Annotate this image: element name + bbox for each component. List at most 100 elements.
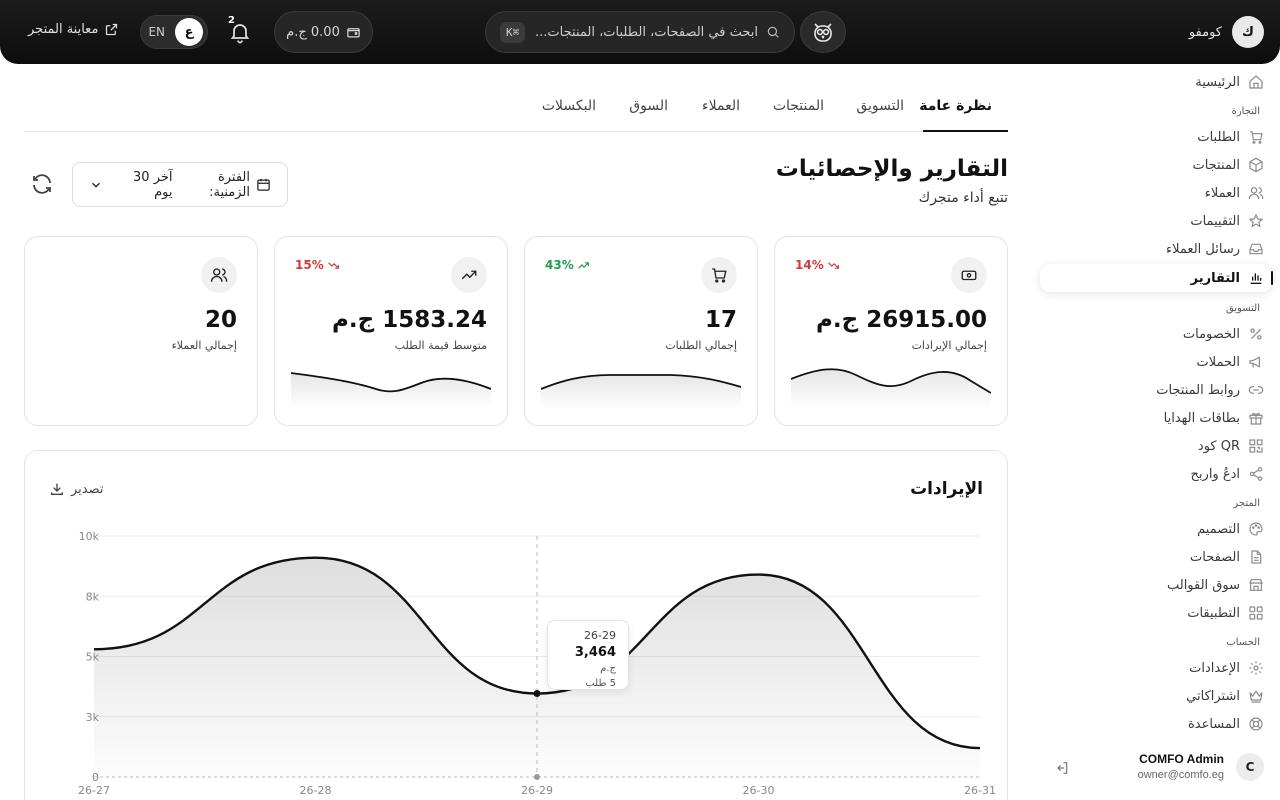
sidebar-item-templates-market[interactable]: سوق القوالب (1040, 571, 1264, 599)
sidebar-item-product-links[interactable]: روابط المنتجات (1040, 376, 1264, 404)
megaphone-icon (1248, 354, 1264, 370)
help-icon (1248, 716, 1264, 732)
tab-pixels[interactable]: البكسلات (542, 98, 596, 114)
trending-up-icon (577, 259, 590, 272)
tab-market[interactable]: السوق (629, 98, 668, 114)
x-tick-label: 26-31 (964, 784, 996, 797)
sidebar-item-qr-code[interactable]: QR كود (1040, 432, 1264, 460)
avatar: C (1236, 753, 1264, 781)
tab-marketing[interactable]: التسويق (856, 98, 904, 114)
sidebar-item-label: التقارير (1190, 270, 1240, 286)
sidebar-section-store: المتجر (1233, 498, 1260, 509)
sidebar-item-label: المساعدة (1187, 716, 1240, 732)
active-tab-indicator (923, 130, 1008, 132)
sidebar-item-home[interactable]: الرئيسية (1040, 68, 1264, 96)
sidebar-item-discounts[interactable]: الخصومات (1040, 320, 1264, 348)
stat-trend: 14% (795, 258, 840, 272)
active-x-marker (534, 774, 540, 780)
sidebar-section-commerce: التجارة (1231, 106, 1260, 117)
stat-value: 26915.00 ج.م (816, 307, 987, 333)
notification-count-badge: 2 (228, 15, 235, 26)
sidebar-item-design[interactable]: التصميم (1040, 515, 1264, 543)
stat-card-revenue: 14% 26915.00 ج.م إجمالي الإيرادات (774, 236, 1008, 426)
period-select[interactable]: الفترة الزمنية: آخر 30 يوم (72, 162, 288, 207)
sidebar-item-campaigns[interactable]: الحملات (1040, 348, 1264, 376)
brand-avatar: ك (1232, 16, 1264, 48)
period-label: الفترة الزمنية: (209, 169, 250, 200)
preview-store-link[interactable]: معاينة المتجر (28, 22, 119, 37)
sidebar-item-settings[interactable]: الإعدادات (1040, 654, 1264, 682)
trending-down-icon (827, 259, 840, 272)
brand[interactable]: ك كومفو (1189, 16, 1264, 48)
sidebar-item-pages[interactable]: الصفحات (1040, 543, 1264, 571)
sidebar-item-gift-cards[interactable]: بطاقات الهدايا (1040, 404, 1264, 432)
sidebar-item-apps[interactable]: التطبيقات (1040, 599, 1264, 627)
tab-overview[interactable]: نظرة عامة (919, 98, 992, 114)
external-link-icon (104, 22, 119, 37)
tab-products[interactable]: المنتجات (773, 98, 824, 114)
sidebar-item-orders[interactable]: الطلبات (1040, 123, 1264, 151)
sidebar-item-messages[interactable]: رسائل العملاء (1040, 235, 1264, 263)
sidebar-item-help[interactable]: المساعدة (1040, 710, 1264, 738)
sidebar-item-label: الرئيسية (1195, 74, 1240, 90)
refresh-icon[interactable] (30, 172, 54, 196)
chevron-down-icon (89, 178, 103, 192)
search-input[interactable]: ابحث في الصفحات، الطلبات، المنتجات... (533, 25, 758, 40)
sidebar-item-label: العملاء (1204, 185, 1240, 201)
stat-value: 20 (204, 307, 237, 333)
link-icon (1248, 382, 1264, 398)
stat-value: 17 (704, 307, 737, 333)
stat-label: إجمالي الإيرادات (911, 339, 987, 352)
sidebar-item-subscriptions[interactable]: اشتراكاتي (1040, 682, 1264, 710)
box-icon (1248, 157, 1264, 173)
revenue-chart-card: الإيرادات تصدير 0 3k 5k 8k 10k 26-27 26-28 26-2… (24, 450, 1008, 800)
lang-option-ar[interactable]: ع (175, 18, 203, 46)
sidebar-item-reports[interactable]: التقارير (1040, 264, 1273, 292)
sidebar-item-label: رسائل العملاء (1166, 241, 1240, 257)
wallet-balance-button[interactable]: 0.00 ج.م (274, 11, 373, 53)
sparkline (541, 374, 741, 409)
user-email: owner@comfo.eg (1137, 769, 1224, 781)
home-icon (1248, 74, 1264, 90)
user-profile[interactable]: C COMFO Admin owner@comfo.eg (1054, 751, 1264, 785)
stat-value: 1583.24 ج.م (332, 307, 487, 333)
stat-card-customers: 20 إجمالي العملاء (24, 236, 258, 426)
sidebar-item-reviews[interactable]: التقييمات (1040, 207, 1264, 235)
logout-icon[interactable] (1054, 760, 1070, 776)
y-tick-label: 0 (92, 771, 99, 784)
trending-up-icon (451, 257, 487, 293)
stat-trend-value: 43% (545, 258, 574, 272)
gear-icon (1248, 660, 1264, 676)
sidebar-section-marketing: التسويق (1225, 303, 1260, 314)
page-subtitle: تتبع أداء متجرك (918, 190, 1008, 206)
cart-icon (1248, 129, 1264, 145)
global-search[interactable]: ابحث في الصفحات، الطلبات، المنتجات... ⌘K (485, 11, 795, 53)
sparkline (291, 372, 491, 409)
cart-icon (701, 257, 737, 293)
language-toggle[interactable]: ع EN (140, 15, 208, 49)
store-icon (1248, 577, 1264, 593)
report-tabs: نظرة عامة التسويق المنتجات العملاء السوق… (24, 86, 1008, 132)
tab-customers[interactable]: العملاء (702, 98, 740, 114)
sidebar-item-label: التقييمات (1190, 213, 1240, 229)
bar-chart-icon (1248, 270, 1264, 286)
y-tick-label: 3k (86, 711, 100, 724)
calendar-icon (256, 177, 271, 192)
sidebar-item-products[interactable]: المنتجات (1040, 151, 1264, 179)
mascot-logo-button[interactable] (800, 11, 846, 53)
active-point (533, 690, 541, 698)
grid-icon (1248, 605, 1264, 621)
stat-trend: 15% (295, 258, 340, 272)
lang-option-en[interactable]: EN (148, 25, 169, 39)
sidebar-item-label: الخصومات (1182, 326, 1240, 342)
revenue-chart: 0 3k 5k 8k 10k 26-27 26-28 26-29 26-30 26-31 (78, 530, 996, 797)
sidebar-item-refer-earn[interactable]: ادعُ واربح (1040, 460, 1264, 488)
gift-icon (1248, 410, 1264, 426)
sidebar-item-customers[interactable]: العملاء (1040, 179, 1264, 207)
sidebar-item-label: سوق القوالب (1166, 577, 1240, 593)
stat-card-orders: 43% 17 إجمالي الطلبات (524, 236, 758, 426)
x-tick-label: 26-28 (300, 784, 332, 797)
crown-icon (1248, 688, 1264, 704)
money-icon (951, 257, 987, 293)
palette-icon (1248, 521, 1264, 537)
